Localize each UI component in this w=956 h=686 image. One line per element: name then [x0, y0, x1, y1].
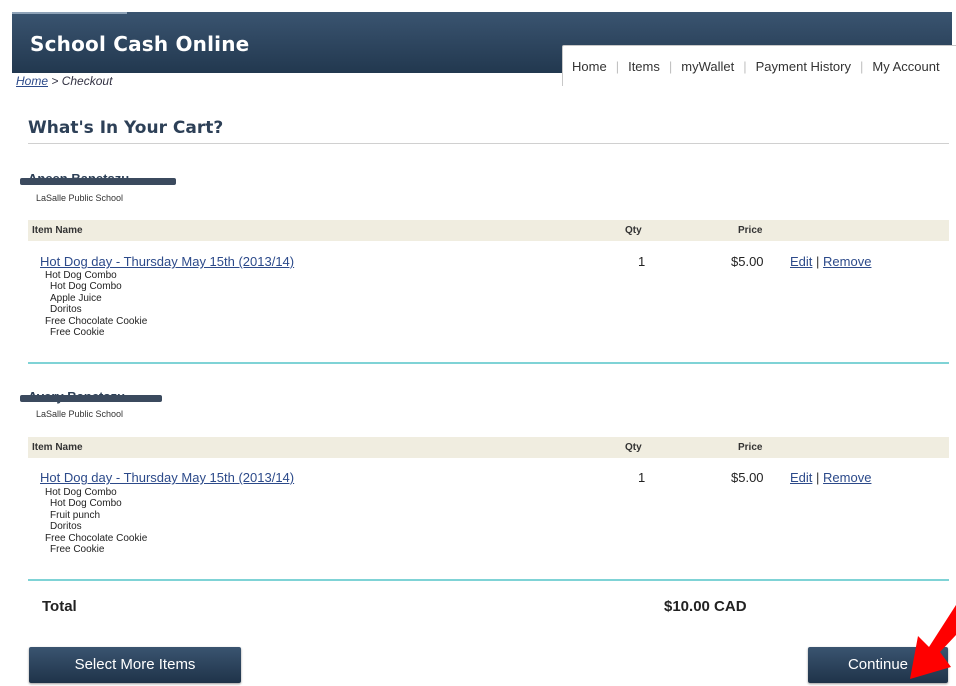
col-item-name: Item Name: [32, 442, 83, 453]
col-qty: Qty: [625, 225, 642, 236]
option-line: Doritos: [50, 521, 82, 533]
item-actions: Edit | Remove: [790, 254, 871, 269]
item-price: $5.00: [731, 254, 764, 269]
page-title: What's In Your Cart?: [28, 118, 224, 138]
action-separator: |: [816, 254, 820, 269]
item-actions: Edit | Remove: [790, 470, 871, 485]
name-redaction-bar: [20, 178, 176, 185]
col-price: Price: [738, 442, 763, 453]
nav-home[interactable]: Home: [563, 59, 616, 74]
col-qty: Qty: [625, 442, 642, 453]
red-arrow-shape: [910, 605, 956, 679]
breadcrumb: Home > Checkout: [16, 74, 112, 88]
header-top-accent: [12, 12, 127, 14]
option-line: Free Chocolate Cookie: [45, 532, 148, 544]
breadcrumb-separator: >: [51, 74, 59, 88]
app-header: School Cash Online Home | Items | myWall…: [12, 12, 956, 86]
select-more-items-button[interactable]: Select More Items: [29, 647, 241, 683]
action-separator: |: [816, 470, 820, 485]
item-options: Hot Dog Combo Hot Dog Combo Apple Juice …: [45, 270, 147, 338]
option-line: Fruit punch: [50, 509, 101, 521]
title-divider: [28, 143, 949, 144]
edit-link[interactable]: Edit: [790, 470, 812, 485]
total-label: Total: [42, 598, 77, 615]
table-header: Item Name Qty Price: [28, 220, 949, 241]
nav-items[interactable]: Items: [619, 59, 669, 74]
breadcrumb-current: Checkout: [61, 74, 113, 88]
option-line: Hot Dog Combo: [45, 487, 117, 498]
option-line: Doritos: [50, 304, 82, 316]
item-qty: 1: [638, 470, 646, 485]
item-qty: 1: [638, 254, 646, 269]
edit-link[interactable]: Edit: [790, 254, 812, 269]
item-name-link[interactable]: Hot Dog day - Thursday May 15th (2013/14…: [40, 254, 294, 269]
total-value: $10.00 CAD: [664, 598, 747, 615]
breadcrumb-home-link[interactable]: Home: [16, 74, 48, 88]
section-divider: [28, 362, 949, 364]
col-price: Price: [738, 225, 763, 236]
remove-link[interactable]: Remove: [823, 470, 871, 485]
name-redaction-bar: [20, 395, 162, 402]
option-line: Hot Dog Combo: [50, 498, 122, 510]
section-divider: [28, 579, 949, 581]
item-options: Hot Dog Combo Hot Dog Combo Fruit punch …: [45, 487, 147, 555]
option-line: Apple Juice: [50, 292, 102, 304]
app-title: School Cash Online: [30, 32, 250, 56]
nav-mywallet[interactable]: myWallet: [672, 59, 743, 74]
item-price: $5.00: [731, 470, 764, 485]
red-arrow-icon: [910, 605, 956, 679]
top-nav: Home | Items | myWallet | Payment Histor…: [562, 45, 956, 86]
nav-my-account[interactable]: My Account: [863, 59, 948, 74]
school-name: LaSalle Public School: [36, 193, 124, 203]
option-line: Free Chocolate Cookie: [45, 315, 148, 327]
nav-payment-history[interactable]: Payment History: [747, 59, 860, 74]
item-name-link[interactable]: Hot Dog day - Thursday May 15th (2013/14…: [40, 470, 294, 485]
option-line: Free Cookie: [50, 327, 105, 339]
option-line: Hot Dog Combo: [45, 270, 117, 281]
option-line: Hot Dog Combo: [50, 281, 122, 293]
col-item-name: Item Name: [32, 225, 83, 236]
option-line: Free Cookie: [50, 544, 105, 556]
table-header: Item Name Qty Price: [28, 437, 949, 458]
remove-link[interactable]: Remove: [823, 254, 871, 269]
school-name: LaSalle Public School: [36, 409, 124, 419]
